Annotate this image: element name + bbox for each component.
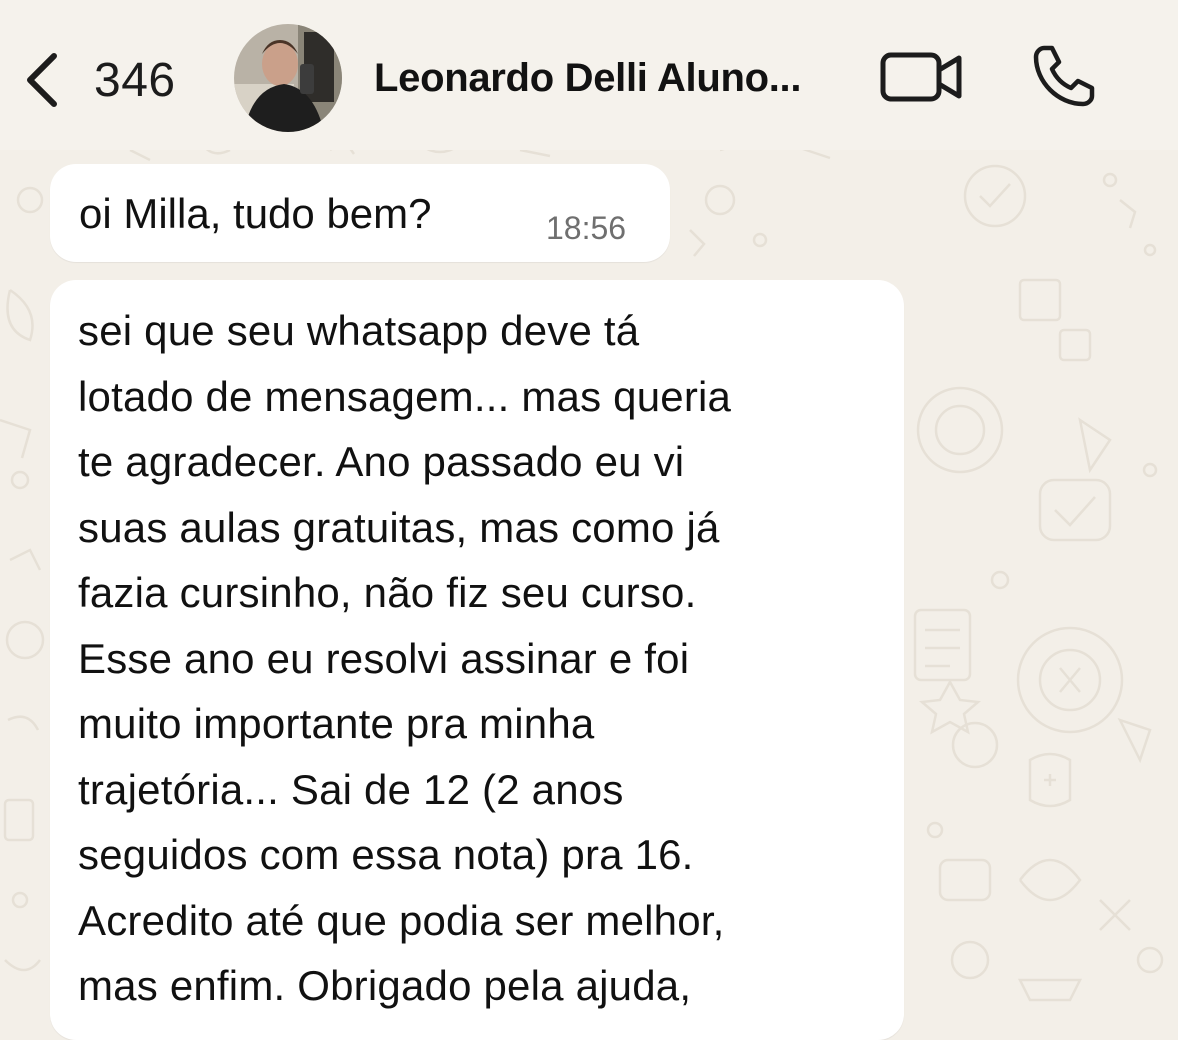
- message-line: trajetória... Sai de 12 (2 anos: [78, 765, 624, 813]
- back-button[interactable]: 346: [22, 50, 176, 110]
- video-call-button[interactable]: [880, 50, 964, 104]
- message-line: Acredito até que podia ser melhor,: [78, 896, 725, 944]
- message-line: fazia cursinho, não fiz seu curso.: [78, 569, 697, 616]
- video-camera-icon: [880, 52, 962, 102]
- message-line: muito importante pra minha: [78, 700, 595, 747]
- avatar[interactable]: [234, 24, 342, 132]
- message-bubble[interactable]: sei que seu whatsapp deve tá lotado de m…: [50, 280, 904, 1040]
- message-line: Esse ano eu resolvi assinar e foi: [78, 634, 690, 682]
- message-line: seguidos com essa nota) pra 16.: [78, 831, 694, 878]
- message-line: mas enfim. Obrigado pela ajuda,: [78, 962, 692, 1009]
- message-text: sei que seu whatsapp deve tá lotado de m…: [78, 298, 731, 1019]
- unread-count: 346: [94, 53, 176, 107]
- message-text: oi Milla, tudo bem?: [79, 190, 432, 237]
- phone-icon: [1033, 45, 1095, 107]
- message-line: te agradecer. Ano passado eu vi: [78, 438, 685, 485]
- chat-header: 346 Leonardo Delli Aluno...: [0, 0, 1178, 150]
- contact-name[interactable]: Leonardo Delli Aluno...: [374, 56, 801, 101]
- message-line: suas aulas gratuitas, mas como já: [78, 503, 720, 551]
- message-timestamp: 18:56: [546, 210, 627, 246]
- message-line: sei que seu whatsapp deve tá: [78, 307, 640, 354]
- voice-call-button[interactable]: [1030, 42, 1098, 110]
- message-line: lotado de mensagem... mas queria: [78, 372, 732, 420]
- chevron-left-icon: [27, 53, 57, 107]
